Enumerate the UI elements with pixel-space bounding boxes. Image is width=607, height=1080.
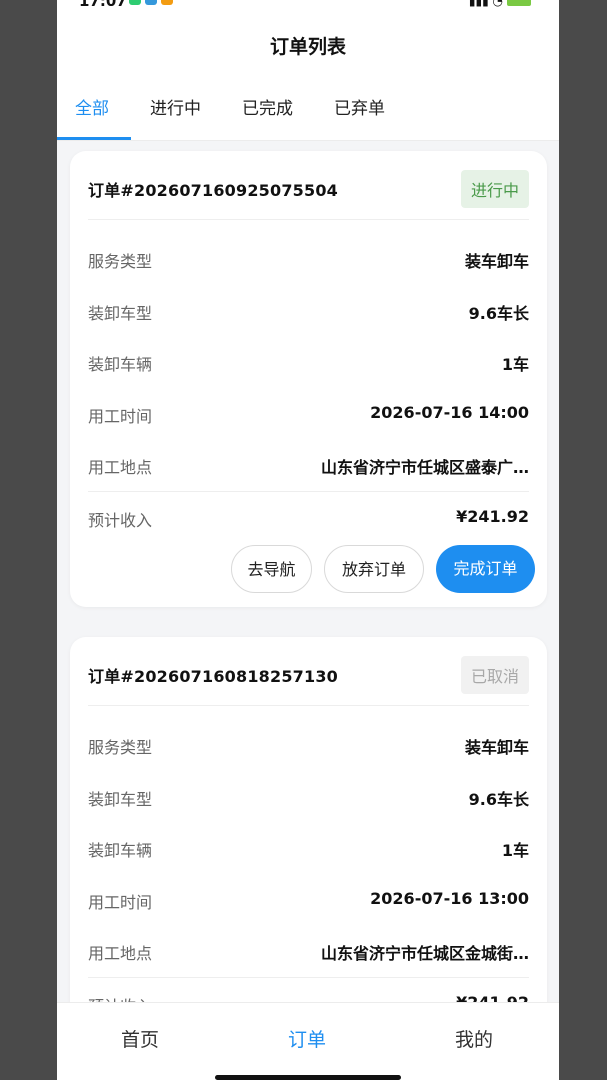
info-row-vehicle-type: 装卸车型 9.6车长 <box>88 771 529 823</box>
info-value: 装车卸车 <box>464 738 529 757</box>
info-row-work-location: 用工地点 山东省济宁市任城区盛泰广… <box>88 439 529 491</box>
navigate-button[interactable]: 去导航 <box>231 545 312 593</box>
status-badge: 已取消 <box>460 656 529 694</box>
info-row-income: 预计收入 ¥241.92 <box>88 492 529 544</box>
info-value: 山东省济宁市任城区金城街… <box>320 944 529 963</box>
info-label: 用工时间 <box>88 892 153 912</box>
info-row-work-time: 用工时间 2026-07-16 14:00 <box>88 388 529 440</box>
complete-order-button[interactable]: 完成订单 <box>436 545 535 593</box>
tab-completed[interactable]: 已完成 <box>242 94 293 119</box>
order-number: 订单#202607160925075504 <box>88 181 338 200</box>
info-value: 山东省济宁市任城区盛泰广… <box>320 458 529 477</box>
info-value: 1车 <box>501 841 529 860</box>
income-label: 预计收入 <box>88 510 153 530</box>
info-label: 用工地点 <box>88 944 153 963</box>
info-value: 9.6车长 <box>468 303 529 323</box>
info-label: 用工时间 <box>88 406 153 426</box>
notification-icon <box>129 0 141 5</box>
info-row-vehicle-count: 装卸车辆 1车 <box>88 336 529 388</box>
info-row-vehicle-type: 装卸车型 9.6车长 <box>88 285 529 337</box>
info-row-work-location: 用工地点 山东省济宁市任城区金城街… <box>88 925 529 977</box>
info-row-vehicle-count: 装卸车辆 1车 <box>88 822 529 874</box>
notification-icon <box>161 0 173 5</box>
income-label: 预计收入 <box>88 993 152 1003</box>
battery-icon <box>507 0 531 6</box>
info-label: 服务类型 <box>88 252 153 271</box>
info-label: 装卸车型 <box>88 789 153 809</box>
status-bar: 17:07 ▮▮▮ ◔ <box>57 0 559 14</box>
info-row-income: 预计收入 ¥241.92 <box>88 978 529 1003</box>
info-label: 服务类型 <box>88 738 153 757</box>
order-card-header: 订单#202607160925075504 进行中 <box>88 151 529 220</box>
info-value: 1车 <box>501 355 529 374</box>
tab-all[interactable]: 全部 <box>75 94 109 119</box>
status-time: 17:07 <box>79 0 127 10</box>
home-indicator <box>215 1075 401 1080</box>
tabbar-home[interactable]: 首页 <box>121 1025 159 1052</box>
abandon-order-button[interactable]: 放弃订单 <box>324 545 424 593</box>
info-value: 2026-07-16 13:00 <box>370 888 529 908</box>
order-card: 订单#202607160818257130 已取消 服务类型 装车卸车 装卸车型… <box>70 637 547 1002</box>
order-actions: 去导航 放弃订单 完成订单 <box>88 543 535 607</box>
order-number: 订单#202607160818257130 <box>88 667 338 686</box>
tab-in-progress[interactable]: 进行中 <box>150 94 201 119</box>
order-card: 订单#202607160925075504 进行中 服务类型 装车卸车 装卸车型… <box>70 151 547 607</box>
tabbar-orders[interactable]: 订单 <box>288 1025 326 1052</box>
income-value: ¥241.92 <box>456 992 529 1003</box>
info-row-service-type: 服务类型 装车卸车 <box>88 233 529 285</box>
info-label: 装卸车辆 <box>88 355 153 374</box>
info-label: 装卸车辆 <box>88 841 153 860</box>
order-list[interactable]: 订单#202607160925075504 进行中 服务类型 装车卸车 装卸车型… <box>57 140 559 1002</box>
phone-screen: 17:07 ▮▮▮ ◔ 订单列表 全部 进行中 已完成 已弃单 订单#20260… <box>57 0 559 1080</box>
info-value: 2026-07-16 14:00 <box>370 402 529 422</box>
info-value: 9.6车长 <box>468 789 529 809</box>
tabbar-profile[interactable]: 我的 <box>455 1025 493 1052</box>
notification-icon <box>145 0 157 5</box>
tab-abandoned[interactable]: 已弃单 <box>334 94 385 119</box>
page-title: 订单列表 <box>269 36 346 58</box>
signal-icon: ▮▮▮ ◔ <box>469 0 531 8</box>
info-label: 用工地点 <box>88 458 153 477</box>
info-row-service-type: 服务类型 装车卸车 <box>88 719 529 771</box>
page-header: 订单列表 <box>57 14 559 76</box>
order-card-header: 订单#202607160818257130 已取消 <box>88 637 529 706</box>
income-value: ¥241.92 <box>456 506 529 526</box>
info-value: 装车卸车 <box>464 252 529 271</box>
order-tabs: 全部 进行中 已完成 已弃单 <box>57 76 559 141</box>
info-row-work-time: 用工时间 2026-07-16 13:00 <box>88 874 529 926</box>
bottom-tab-bar: 首页 订单 我的 <box>57 1002 559 1080</box>
info-label: 装卸车型 <box>88 303 153 323</box>
status-badge: 进行中 <box>460 170 529 208</box>
